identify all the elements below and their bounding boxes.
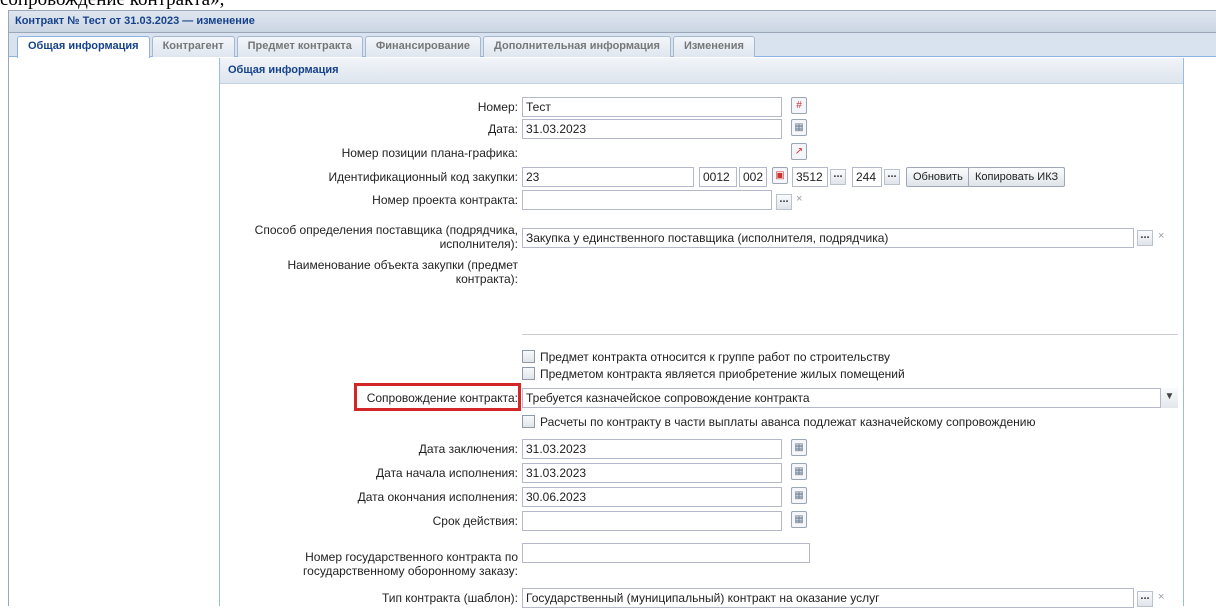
plan-position-label: Номер позиции плана-графика: [341, 146, 518, 160]
date-field[interactable]: 31.03.2023 [522, 119, 782, 139]
advance-support-checkbox-label: Расчеты по контракту в части выплаты ава… [540, 415, 1036, 429]
calendar-icon[interactable]: ▦ [791, 487, 807, 504]
contract-type-browse-button[interactable]: ... [1137, 591, 1153, 607]
project-number-field[interactable] [522, 190, 772, 210]
conclusion-date-field[interactable]: 31.03.2023 [522, 439, 782, 459]
refresh-button[interactable]: Обновить [906, 167, 970, 187]
ikz-part-5-browse-button[interactable]: ... [884, 169, 900, 185]
object-name-label: Наименование объекта закупки (предмет ко… [220, 258, 518, 286]
tab-changes[interactable]: Изменения [672, 36, 755, 57]
ikz-part-4-browse-button[interactable]: ... [830, 169, 846, 185]
construction-checkbox[interactable] [522, 350, 535, 363]
tab-counterparty[interactable]: Контрагент [151, 36, 235, 57]
number-field[interactable]: Тест [522, 97, 782, 117]
supplier-method-field[interactable]: Закупка у единственного поставщика (испо… [522, 228, 1134, 248]
ikz-part-3[interactable]: 002 [739, 167, 767, 187]
chevron-down-icon[interactable]: ▼ [1160, 388, 1178, 408]
project-number-label: Номер проекта контракта: [372, 193, 518, 207]
gov-contract-number-field[interactable] [522, 543, 810, 563]
calendar-icon[interactable]: ▦ [791, 511, 807, 528]
tab-additional-info[interactable]: Дополнительная информация [483, 36, 671, 57]
clear-icon[interactable]: × [1158, 229, 1168, 243]
contract-edit-window: Контракт № Тест от 31.03.2023 — изменени… [8, 10, 1216, 608]
validity-label: Срок действия: [432, 514, 518, 528]
object-name-label-line-2: контракта): [455, 272, 518, 286]
supplier-method-label-line-2: исполнителя): [439, 237, 518, 251]
tab-contract-subject[interactable]: Предмет контракта [236, 36, 363, 57]
panel-title: Общая информация [220, 58, 1183, 84]
calendar-icon[interactable]: ▦ [791, 463, 807, 480]
start-date-field[interactable]: 31.03.2023 [522, 463, 782, 483]
gov-contract-number-label: Номер государственного контракта по госу… [220, 550, 518, 578]
object-name-label-line-1: Наименование объекта закупки (предмет [287, 258, 518, 272]
calendar-icon[interactable]: ▦ [791, 119, 807, 136]
housing-checkbox-label: Предметом контракта является приобретени… [540, 367, 905, 381]
ikz-part-5[interactable]: 244 [852, 167, 882, 187]
supplier-method-browse-button[interactable]: ... [1137, 230, 1153, 246]
ikz-part-4[interactable]: 3512 [792, 167, 828, 187]
supplier-method-label: Способ определения поставщика (подрядчик… [220, 223, 518, 251]
tab-bar: Общая информация Контрагент Предмет контра… [9, 33, 1216, 58]
end-date-field[interactable]: 30.06.2023 [522, 487, 782, 507]
date-label: Дата: [488, 122, 518, 136]
ikz-part-2[interactable]: 0012 [699, 167, 737, 187]
start-date-label: Дата начала исполнения: [376, 466, 518, 480]
ikz-part-1[interactable]: 23 [522, 167, 694, 187]
select-plan-icon[interactable]: ↗ [791, 143, 807, 160]
calendar-icon[interactable]: ▦ [791, 439, 807, 456]
number-label: Номер: [477, 100, 518, 114]
clear-icon[interactable]: × [796, 192, 806, 206]
ikz-generate-icon[interactable]: ▣ [772, 167, 788, 184]
conclusion-date-label: Дата заключения: [418, 442, 518, 456]
advance-support-checkbox[interactable] [522, 415, 535, 428]
tab-financing[interactable]: Финансирование [364, 36, 482, 57]
ikz-label: Идентификационный код закупки: [328, 170, 518, 184]
clear-icon[interactable]: × [1158, 590, 1168, 604]
contract-type-label: Тип контракта (шаблон): [381, 591, 518, 605]
document-text-fragment: сопровождение контракта», [0, 0, 1216, 9]
validity-field[interactable] [522, 511, 782, 531]
supplier-method-label-line-1: Способ определения поставщика (подрядчик… [254, 223, 518, 237]
tab-content: Общая информация Номер: Тест # Дата: 31.… [9, 58, 1216, 608]
window-title: Контракт № Тест от 31.03.2023 — изменени… [9, 11, 1216, 33]
end-date-label: Дата окончания исполнения: [357, 490, 518, 504]
support-select[interactable]: Требуется казначейское сопровождение кон… [522, 388, 1178, 408]
gov-contract-number-label-line-2: государственному оборонному заказу: [303, 564, 518, 578]
construction-checkbox-label: Предмет контракта относится к группе раб… [540, 350, 890, 364]
project-number-browse-button[interactable]: ... [776, 194, 792, 210]
contract-type-field[interactable]: Государственный (муниципальный) контракт… [522, 588, 1134, 608]
support-label: Сопровождение контракта: [366, 391, 518, 405]
tab-general-info[interactable]: Общая информация [17, 36, 150, 58]
support-select-value: Требуется казначейское сопровождение кон… [526, 391, 810, 405]
object-name-underline [522, 334, 1178, 335]
general-info-panel: Общая информация Номер: Тест # Дата: 31.… [219, 58, 1184, 608]
gov-contract-number-label-line-1: Номер государственного контракта по [305, 550, 518, 564]
housing-checkbox[interactable] [522, 367, 535, 380]
copy-ikz-button[interactable]: Копировать ИКЗ [968, 167, 1066, 187]
hash-icon[interactable]: # [791, 97, 807, 114]
